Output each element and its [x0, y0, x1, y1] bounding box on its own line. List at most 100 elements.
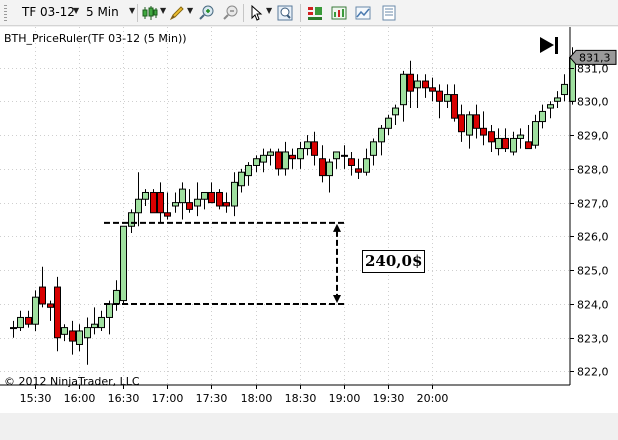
candle-body	[179, 188, 186, 204]
candle-body	[458, 114, 465, 133]
candle-body	[363, 158, 370, 173]
candle	[451, 84, 458, 122]
candle-body	[451, 94, 458, 119]
candle	[54, 276, 61, 352]
candle	[39, 266, 46, 308]
candle-body	[495, 137, 502, 150]
candle-body	[253, 158, 260, 166]
candle	[245, 162, 252, 186]
candle	[319, 145, 326, 183]
candle	[385, 114, 392, 136]
candle-body	[84, 327, 91, 339]
candle	[495, 128, 502, 156]
candle	[135, 172, 142, 227]
chart-title: BTH_PriceRuler(TF 03-12 (5 Min))	[4, 32, 187, 45]
candle-body	[61, 327, 68, 335]
candle-body	[267, 151, 274, 156]
candle-body	[480, 127, 487, 136]
candle	[216, 189, 223, 210]
candle	[392, 104, 399, 125]
candle-body	[54, 286, 61, 339]
candle	[32, 290, 39, 331]
candle	[525, 124, 532, 150]
candle	[150, 189, 157, 214]
candle	[208, 182, 215, 204]
price-ruler-value-label[interactable]: 240,0$	[362, 250, 426, 273]
candle	[69, 320, 76, 355]
price-tick-label: 825,0	[577, 265, 609, 278]
candle-body	[532, 121, 539, 146]
candle	[444, 84, 451, 109]
candle	[275, 148, 282, 176]
candle-body	[113, 289, 120, 305]
price-tick-label: 824,0	[577, 299, 609, 312]
candle-body	[554, 97, 561, 102]
time-tick-label: 18:30	[285, 392, 317, 405]
candle-body	[319, 158, 326, 177]
candle	[164, 192, 171, 220]
price-tick-label: 829,0	[577, 130, 609, 143]
candle-body	[539, 110, 546, 123]
candle	[238, 168, 245, 193]
candle	[458, 104, 465, 142]
candle-body	[326, 161, 333, 177]
candle	[172, 192, 179, 213]
candle-body	[392, 107, 399, 116]
candle	[414, 74, 421, 109]
price-tick-label: 827,0	[577, 198, 609, 211]
candle	[157, 182, 164, 223]
candle-body	[525, 141, 532, 150]
candle-body	[231, 181, 238, 207]
ruler-up-arrow	[333, 223, 341, 232]
price-tick-label: 828,0	[577, 164, 609, 177]
advance-to-end-icon[interactable]	[540, 37, 558, 54]
candle	[282, 141, 289, 176]
candle-body	[429, 87, 436, 92]
candle-body	[106, 303, 113, 318]
candle-series	[10, 47, 576, 365]
candle-body	[186, 202, 193, 210]
time-tick-label: 17:30	[196, 392, 228, 405]
ruler-down-arrow	[333, 294, 341, 303]
candle	[47, 300, 54, 321]
price-chart[interactable]: 822,0 823,0 824,0 825,0 826,0 827,0 828,0 829,0…	[0, 0, 618, 440]
candle	[554, 91, 561, 109]
candle-body	[201, 191, 208, 200]
candle	[76, 324, 83, 352]
candle-body	[488, 131, 495, 143]
candle-body	[32, 296, 39, 325]
candle	[113, 280, 120, 311]
candle	[186, 189, 193, 213]
candle-body	[370, 141, 377, 156]
time-axis: 15:30 16:00 16:30 17:00 17:30 18:00 18:30 19:00…	[0, 384, 570, 405]
candle	[532, 114, 539, 149]
candle	[142, 189, 149, 206]
candle	[355, 158, 362, 179]
candle-body	[466, 114, 473, 136]
candle-body	[142, 191, 149, 200]
candle	[61, 324, 68, 342]
candle	[517, 128, 524, 149]
last-price-label: 831,3	[579, 51, 611, 64]
candle-body	[333, 151, 340, 160]
candle	[466, 111, 473, 149]
candle-body	[311, 141, 318, 156]
candle	[502, 128, 509, 152]
price-tick-label: 823,0	[577, 333, 609, 346]
candle-body	[275, 151, 282, 170]
candle-body	[245, 164, 252, 177]
candle	[10, 320, 17, 338]
candle	[561, 74, 568, 102]
candle-body	[216, 191, 223, 207]
candle-body	[47, 303, 54, 308]
candle-body	[98, 316, 105, 329]
candle	[473, 104, 480, 139]
candle	[223, 192, 230, 213]
time-tick-label: 19:00	[329, 392, 361, 405]
candle	[194, 182, 201, 217]
candle-body	[473, 114, 480, 129]
candle-body	[341, 154, 348, 157]
candle	[25, 310, 32, 328]
candle	[510, 131, 517, 156]
candle-body	[517, 134, 524, 139]
